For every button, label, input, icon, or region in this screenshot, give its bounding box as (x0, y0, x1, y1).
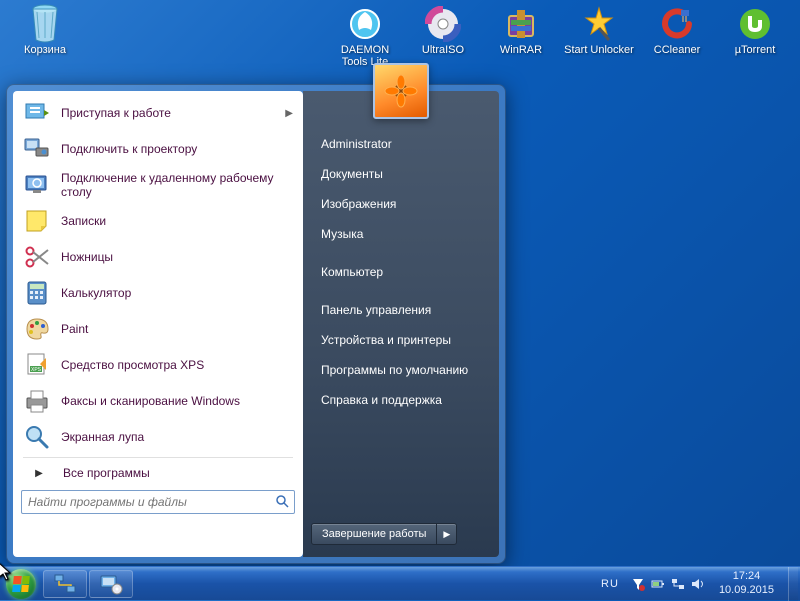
desktop-icons: Корзина DAEMON Tools Lite UltraISO WinRA… (0, 4, 800, 68)
projector-icon (23, 135, 51, 163)
shutdown-label: Завершение работы (312, 524, 436, 544)
search-box (21, 490, 295, 514)
getting-started-icon (23, 99, 51, 127)
rlink-pictures[interactable]: Изображения (303, 189, 499, 219)
desktop-icon-label: UltraISO (422, 44, 464, 56)
sticky-note-icon (23, 207, 51, 235)
winrar-icon (501, 4, 541, 44)
sm-item-label: Экранная лупа (61, 430, 144, 444)
monitor-disc-icon (99, 573, 123, 595)
daemon-tools-icon (345, 4, 385, 44)
tray-network-icon[interactable] (671, 577, 685, 591)
sm-item-fax-scan[interactable]: Факсы и сканирование Windows (15, 383, 301, 419)
rlink-computer[interactable]: Компьютер (303, 257, 499, 287)
desktop-icon-daemon-tools[interactable]: DAEMON Tools Lite (330, 4, 400, 68)
start-menu-left-pane: Приступая к работе ▶ Подключить к проект… (13, 91, 303, 557)
shutdown-button[interactable]: Завершение работы ▶ (311, 523, 457, 545)
taskbar-pinned-network[interactable] (43, 570, 87, 598)
shutdown-dropdown-icon[interactable]: ▶ (436, 524, 456, 544)
sm-item-xps-viewer[interactable]: XPS Средство просмотра XPS (15, 347, 301, 383)
sm-item-label: Paint (61, 322, 88, 336)
sm-item-calculator[interactable]: Калькулятор (15, 275, 301, 311)
clock-time: 17:24 (719, 570, 774, 583)
palette-icon (23, 315, 51, 343)
sm-item-connect-projector[interactable]: Подключить к проектору (15, 131, 301, 167)
desktop-icon-winrar[interactable]: WinRAR (486, 4, 556, 68)
sm-item-label: Ножницы (61, 250, 113, 264)
show-desktop-button[interactable] (788, 567, 798, 601)
ccleaner-icon (657, 4, 697, 44)
desktop-icon-utorrent[interactable]: µTorrent (720, 4, 790, 68)
rlink-default-programs[interactable]: Программы по умолчанию (303, 355, 499, 385)
printer-fax-icon (23, 387, 51, 415)
rlink-devices-printers[interactable]: Устройства и принтеры (303, 325, 499, 355)
desktop-icon-label: Корзина (24, 44, 66, 56)
desktop-icon-label: µTorrent (735, 44, 776, 56)
utorrent-icon (735, 4, 775, 44)
sm-item-label: Средство просмотра XPS (61, 358, 204, 372)
sm-item-getting-started[interactable]: Приступая к работе ▶ (15, 95, 301, 131)
sm-item-snipping-tool[interactable]: Ножницы (15, 239, 301, 275)
rlink-control-panel[interactable]: Панель управления (303, 295, 499, 325)
all-programs[interactable]: ▶ Все программы (15, 460, 301, 486)
start-menu-right-pane: Administrator Документы Изображения Музы… (303, 91, 499, 557)
svg-text:XPS: XPS (31, 367, 42, 373)
start-menu: Приступая к работе ▶ Подключить к проект… (6, 84, 506, 564)
language-indicator[interactable]: RU (595, 578, 625, 590)
taskbar-pinned-media[interactable] (89, 570, 133, 598)
sm-item-label: Факсы и сканирование Windows (61, 394, 240, 408)
sm-item-label: Подключить к проектору (61, 142, 197, 156)
desktop-icon-label: CCleaner (654, 44, 700, 56)
taskbar: RU 17:24 10.09.2015 (0, 566, 800, 600)
sm-item-label: Записки (61, 214, 106, 228)
rlink-help[interactable]: Справка и поддержка (303, 385, 499, 415)
sm-item-label: Калькулятор (61, 286, 131, 300)
magnifier-icon (23, 423, 51, 451)
search-input[interactable] (21, 490, 295, 514)
tray-volume-icon[interactable] (691, 577, 705, 591)
chevron-right-icon: ▶ (25, 468, 53, 479)
recycle-bin-icon (25, 4, 65, 44)
ultraiso-icon (423, 4, 463, 44)
desktop-icon-label: WinRAR (500, 44, 542, 56)
clock-date: 10.09.2015 (719, 584, 774, 597)
sm-item-paint[interactable]: Paint (15, 311, 301, 347)
user-picture[interactable] (373, 63, 429, 119)
chevron-right-icon: ▶ (285, 108, 293, 119)
desktop-icon-ccleaner[interactable]: CCleaner (642, 4, 712, 68)
tray-power-icon[interactable] (651, 577, 665, 591)
desktop-icon-start-unlocker[interactable]: Start Unlocker (564, 4, 634, 68)
sm-item-sticky-notes[interactable]: Записки (15, 203, 301, 239)
divider (23, 457, 293, 458)
desktop-icon-ultraiso[interactable]: UltraISO (408, 4, 478, 68)
remote-desktop-icon (23, 171, 51, 199)
star-wand-icon (579, 4, 619, 44)
sm-item-label: Подключение к удаленному рабочему столу (61, 171, 293, 199)
desktop-icon-label: Start Unlocker (564, 44, 634, 56)
tray-action-center-icon[interactable] (631, 577, 645, 591)
calculator-icon (23, 279, 51, 307)
desktop-icon-recycle-bin[interactable]: Корзина (10, 4, 80, 68)
xps-icon: XPS (23, 351, 51, 379)
sm-item-remote-desktop[interactable]: Подключение к удаленному рабочему столу (15, 167, 301, 203)
system-tray: RU 17:24 10.09.2015 (593, 567, 800, 601)
sm-item-label: Приступая к работе (61, 106, 171, 120)
taskbar-clock[interactable]: 17:24 10.09.2015 (711, 570, 782, 596)
network-icon (53, 573, 77, 595)
sm-item-magnifier[interactable]: Экранная лупа (15, 419, 301, 455)
scissors-icon (23, 243, 51, 271)
start-button[interactable] (0, 567, 42, 601)
rlink-user[interactable]: Administrator (303, 129, 499, 159)
windows-logo-icon (12, 576, 30, 592)
rlink-music[interactable]: Музыка (303, 219, 499, 249)
all-programs-label: Все программы (63, 466, 150, 480)
rlink-documents[interactable]: Документы (303, 159, 499, 189)
